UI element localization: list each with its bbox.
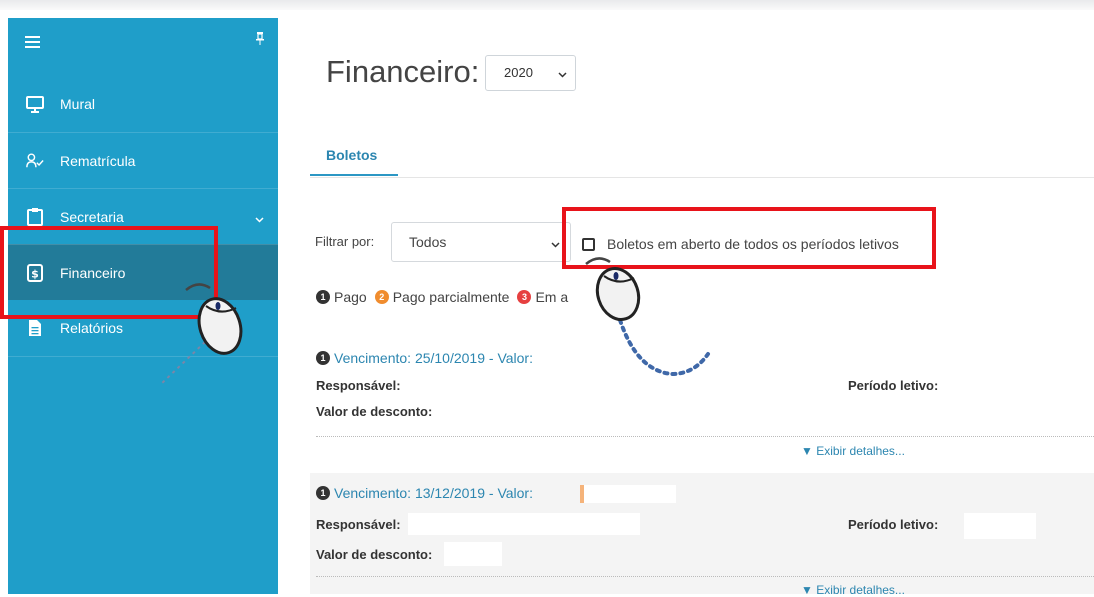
sidebar-item-rematricula[interactable]: Rematrícula — [8, 132, 278, 188]
record-title-text: Vencimento: 13/12/2019 - Valor: — [334, 485, 533, 501]
record-title-text: Vencimento: 25/10/2019 - Valor: — [334, 350, 533, 366]
status-badge: 1 — [316, 486, 330, 500]
status-badge: 3 — [517, 290, 532, 304]
divider — [316, 576, 1094, 577]
clipboard-icon — [26, 207, 44, 226]
boleto-record: 1 Vencimento: 13/12/2019 - Valor: Respon… — [310, 473, 1094, 597]
responsavel-label: Responsável: — [316, 517, 401, 532]
desconto-label: Valor de desconto: — [316, 547, 433, 562]
show-details-link[interactable]: ▼ Exibir detalhes... — [801, 583, 905, 597]
tab-divider — [310, 177, 1094, 178]
year-value: 2020 — [504, 65, 533, 80]
monitor-icon — [26, 95, 44, 113]
chevron-down-icon — [551, 235, 560, 251]
divider — [316, 436, 1094, 437]
user-check-icon — [26, 152, 44, 170]
legend-label: Pago — [334, 289, 367, 305]
chevron-down-icon — [255, 210, 264, 226]
periodo-label: Período letivo: — [848, 378, 939, 393]
status-legend: 1 Pago 2 Pago parcialmente 3 Em a — [316, 289, 576, 305]
hamburger-menu-icon[interactable] — [25, 36, 40, 48]
filter-label: Filtrar por: — [315, 234, 375, 249]
sidebar-item-mural[interactable]: Mural — [8, 76, 278, 132]
dotted-path-icon — [618, 318, 710, 377]
redacted-value — [964, 513, 1036, 539]
status-badge: 1 — [316, 351, 330, 365]
sidebar-item-label: Relatórios — [60, 320, 124, 336]
redacted-value — [580, 485, 676, 503]
filter-value: Todos — [409, 234, 447, 250]
year-select[interactable]: 2020 — [485, 55, 576, 91]
chevron-down-icon — [558, 66, 567, 81]
record-title[interactable]: 1 Vencimento: 25/10/2019 - Valor: — [316, 350, 533, 366]
pin-icon[interactable] — [256, 32, 264, 48]
show-details-link[interactable]: ▼ Exibir detalhes... — [801, 444, 905, 458]
legend-label: Pago parcialmente — [392, 289, 510, 305]
mouse-cursor-icon — [185, 283, 243, 355]
record-title[interactable]: 1 Vencimento: 13/12/2019 - Valor: — [316, 485, 533, 501]
mouse-cursor-icon — [585, 257, 641, 321]
status-badge: 1 — [316, 290, 330, 304]
tab-boletos[interactable]: Boletos — [310, 134, 398, 176]
responsavel-label: Responsável: — [316, 378, 401, 393]
file-icon — [26, 319, 44, 337]
redacted-value — [408, 513, 640, 535]
page-title: Financeiro: — [326, 54, 480, 89]
filter-select[interactable]: Todos — [391, 222, 571, 262]
desconto-label: Valor de desconto: — [316, 404, 433, 419]
periodo-label: Período letivo: — [848, 517, 939, 532]
legend-label: Em a — [535, 289, 569, 305]
top-strip — [0, 0, 1094, 10]
sidebar-item-label: Rematrícula — [60, 152, 136, 169]
status-badge: 2 — [374, 290, 389, 304]
sidebar-item-label: Mural — [60, 96, 96, 112]
redacted-value — [444, 542, 502, 566]
sidebar-item-label: Secretaria — [60, 208, 124, 225]
